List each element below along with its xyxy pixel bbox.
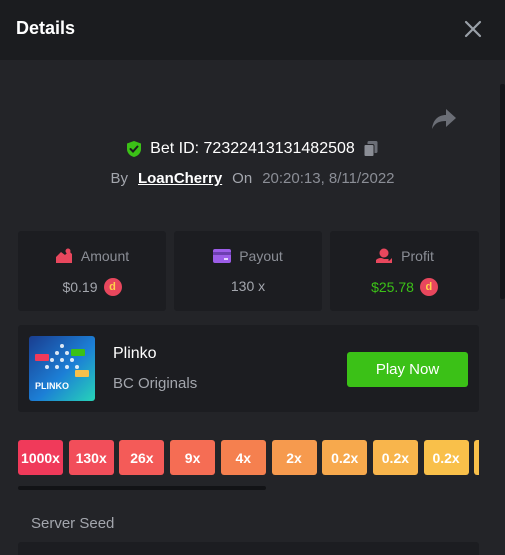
multiplier-tile: 9x: [170, 440, 216, 475]
amount-icon: [55, 248, 72, 263]
shield-check-icon: [127, 141, 142, 157]
profit-card: Profit $25.78 d: [330, 231, 479, 311]
multiplier-tile: 1000x: [18, 440, 63, 475]
plinko-logo-icon: PLINKO: [35, 344, 89, 391]
bet-meta-row: By LoanCherry On 20:20:13, 8/11/2022: [0, 170, 505, 192]
copy-icon[interactable]: [363, 140, 379, 158]
coin-icon: d: [419, 278, 438, 296]
multiplier-tile: [474, 440, 479, 475]
bet-timestamp: 20:20:13, 8/11/2022: [262, 170, 395, 187]
modal-title: Details: [16, 18, 76, 38]
amount-label: Amount: [80, 248, 130, 264]
multiplier-tile: 130x: [68, 440, 114, 475]
bet-id: Bet ID: 72322413131482508: [150, 140, 355, 157]
amount-value: $0.19: [62, 279, 98, 295]
share-icon[interactable]: [430, 106, 458, 132]
modal-header: Details: [0, 0, 505, 60]
payout-card: Payout 130 x: [174, 231, 322, 311]
username-link[interactable]: LoanCherry: [138, 170, 222, 187]
multiplier-tile: 0.2x: [322, 440, 368, 475]
game-name: Plinko: [113, 345, 157, 362]
payout-icon: [213, 249, 232, 263]
thumbnail-text: PLINKO: [35, 381, 69, 391]
multiplier-row: 1000x 130x 26x 9x 4x 2x 0.2x 0.2x 0.2x: [18, 440, 479, 476]
close-icon[interactable]: [462, 18, 484, 40]
server-seed-label: Server Seed: [31, 515, 115, 532]
coin-icon: d: [103, 278, 122, 296]
horizontal-scrollbar[interactable]: [18, 486, 266, 490]
profit-icon: [376, 248, 393, 263]
by-label: By: [110, 170, 128, 187]
game-card: PLINKO Plinko BC Originals Play Now: [18, 325, 479, 412]
play-now-button[interactable]: Play Now: [347, 352, 468, 387]
game-thumbnail[interactable]: PLINKO: [29, 336, 95, 401]
multiplier-tile: 2x: [271, 440, 317, 475]
on-label: On: [232, 170, 253, 187]
payout-label: Payout: [239, 248, 283, 264]
profit-value: $25.78: [371, 279, 414, 295]
server-seed-field[interactable]: [18, 542, 479, 555]
multiplier-tile: 4x: [220, 440, 266, 475]
multiplier-tile: 0.2x: [372, 440, 418, 475]
bet-id-row: Bet ID: 72322413131482508: [0, 140, 505, 162]
multiplier-tile: 0.2x: [423, 440, 469, 475]
multiplier-tile: 26x: [119, 440, 165, 475]
payout-value: 130 x: [230, 278, 266, 294]
game-provider: BC Originals: [113, 375, 198, 392]
amount-card: Amount $0.19 d: [18, 231, 166, 311]
profit-label: Profit: [401, 248, 434, 264]
